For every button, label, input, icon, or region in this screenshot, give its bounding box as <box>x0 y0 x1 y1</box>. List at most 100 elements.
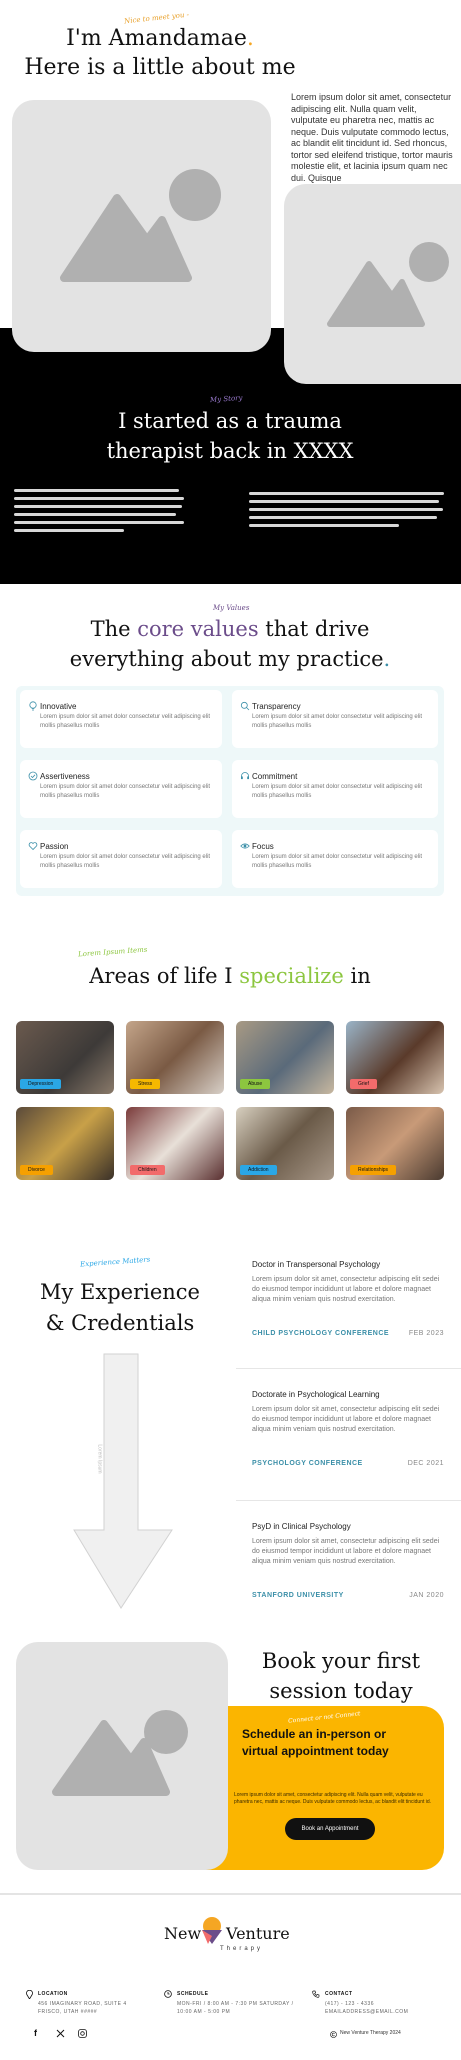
headset-icon <box>241 772 249 780</box>
booking-image-placeholder <box>16 1642 228 1870</box>
credential-divider <box>236 1368 461 1369</box>
experience-title-line1: My Experience <box>40 1280 200 1304</box>
values-title-line2: everything about my practice <box>69 647 384 671</box>
intro-title: I'm Amandamae. Here is a little about me <box>0 24 320 82</box>
booking-title: Book your first session today <box>236 1646 446 1706</box>
tile-tag: Relationships <box>350 1165 397 1175</box>
story-title-line1: I started as a trauma <box>118 409 342 433</box>
value-desc: Lorem ipsum dolor sit amet dolor consect… <box>252 854 423 869</box>
tile-depression[interactable]: Depression <box>16 1021 114 1094</box>
image-placeholder-icon <box>52 1710 188 1796</box>
credential-title: Doctor in Transpersonal Psychology <box>252 1260 381 1269</box>
tile-tag: Children <box>130 1165 165 1175</box>
credential-date: JAN 2020 <box>409 1592 444 1599</box>
footer-divider <box>0 1893 461 1895</box>
tile-abuse[interactable]: Abuse <box>236 1021 334 1094</box>
eye-icon <box>240 843 250 849</box>
schedule-label: SCHEDULE <box>177 1991 209 1997</box>
brand-right: Venture <box>226 1924 290 1943</box>
value-card-innovative: Innovative Lorem ipsum dolor sit amet do… <box>20 690 222 748</box>
credential-org: STANFORD UNIVERSITY <box>252 1592 344 1599</box>
values-script-label: My Values <box>213 604 250 612</box>
credential-body: Lorem ipsum dolor sit amet, consectetur … <box>252 1276 440 1303</box>
value-title: Passion <box>40 842 69 851</box>
book-appointment-button[interactable]: Book an Appointment <box>285 1818 375 1840</box>
value-card-focus: Focus Lorem ipsum dolor sit amet dolor c… <box>232 830 438 888</box>
specialize-title-highlight: specialize <box>239 964 344 988</box>
booking-card: Connect or not Connect Schedule an in-pe… <box>200 1706 444 1870</box>
booking-card-title: Schedule an in-person or virtual appoint… <box>242 1727 389 1758</box>
specialize-title-pre: Areas of life I <box>89 964 240 988</box>
story-title: I started as a trauma therapist back in … <box>60 406 400 466</box>
specialize-title: Areas of life I specialize in <box>30 964 430 988</box>
credential-title: Doctorate in Psychological Learning <box>252 1390 380 1399</box>
intro-title-line1: I'm Amandamae <box>66 26 247 51</box>
intro-image-placeholder-2 <box>284 184 461 384</box>
social-links: f <box>34 2028 94 2040</box>
credential-item: PsyD in Clinical Psychology Lorem ipsum … <box>252 1522 444 1608</box>
booking-script-label: Connect or not Connect <box>287 1710 361 1725</box>
credential-org: PSYCHOLOGY CONFERENCE <box>252 1460 363 1467</box>
value-card-commitment: Commitment Lorem ipsum dolor sit amet do… <box>232 760 438 818</box>
tile-children[interactable]: Children <box>126 1107 224 1180</box>
value-desc: Lorem ipsum dolor sit amet dolor consect… <box>252 784 423 799</box>
value-title: Transparency <box>252 702 301 711</box>
values-title-pre: The <box>90 617 138 641</box>
story-paragraph-left <box>14 489 184 532</box>
intro-title-dot: . <box>246 26 254 51</box>
booking-title-line1: Book your first <box>261 1649 421 1673</box>
location-value: 456 IMAGINARY ROAD, SUITE 4 FRISCO, UTAH… <box>38 2001 127 2015</box>
check-circle-icon <box>28 771 38 781</box>
value-title: Innovative <box>40 702 77 711</box>
credential-item: Doctor in Transpersonal Psychology Lorem… <box>252 1260 444 1346</box>
value-title: Commitment <box>252 772 298 781</box>
value-card-assertiveness: Assertiveness Lorem ipsum dolor sit amet… <box>20 760 222 818</box>
values-title-dot: . <box>383 647 391 671</box>
phone-icon <box>312 1990 320 1998</box>
credential-title: PsyD in Clinical Psychology <box>252 1522 351 1531</box>
schedule-value: MON-FRI / 8:00 AM - 7:30 PM SATURDAY / 1… <box>177 2001 294 2015</box>
contact-value: (417) - 123 - 4336 EMAILADDRESS@EMAIL.CO… <box>325 2001 409 2015</box>
instagram-icon[interactable] <box>78 2029 87 2038</box>
tile-tag: Depression <box>20 1079 62 1089</box>
credential-divider <box>236 1500 461 1501</box>
brand-left: New <box>164 1924 202 1943</box>
copyright-icon <box>330 2031 337 2038</box>
credential-meta: CHILD PSYCHOLOGY CONFERENCE FEB 2023 <box>252 1330 444 1337</box>
tile-divorce[interactable]: Divorce <box>16 1107 114 1180</box>
intro-image-placeholder <box>12 100 271 352</box>
map-pin-icon <box>26 1990 33 1999</box>
down-arrow-icon <box>73 1353 173 1609</box>
tile-addiction[interactable]: Addiction <box>236 1107 334 1180</box>
credential-date: DEC 2021 <box>407 1460 444 1467</box>
value-desc: Lorem ipsum dolor sit amet dolor consect… <box>40 714 211 729</box>
values-title-highlight: core values <box>137 617 259 641</box>
value-card-transparency: Transparency Lorem ipsum dolor sit amet … <box>232 690 438 748</box>
logo-mark-icon <box>202 1917 222 1944</box>
booking-card-body: Lorem ipsum dolor sit amet, consectetur … <box>234 1792 432 1805</box>
value-title: Focus <box>252 842 274 851</box>
booking-title-line2: session today <box>269 1679 413 1703</box>
value-desc: Lorem ipsum dolor sit amet dolor consect… <box>252 714 423 729</box>
credential-meta: PSYCHOLOGY CONFERENCE DEC 2021 <box>252 1460 444 1467</box>
values-title-post: that drive <box>258 617 370 641</box>
values-title: The core values that drive everything ab… <box>30 614 430 674</box>
location-label: LOCATION <box>38 1991 68 1997</box>
tile-relationships[interactable]: Relationships <box>346 1107 444 1180</box>
experience-script-label: Experience Matters <box>79 1255 151 1269</box>
credential-org: CHILD PSYCHOLOGY CONFERENCE <box>252 1330 390 1337</box>
credential-date: FEB 2023 <box>408 1330 444 1337</box>
experience-title-line2: & Credentials <box>45 1311 195 1335</box>
tile-stress[interactable]: Stress <box>126 1021 224 1094</box>
experience-title: My Experience & Credentials <box>20 1277 220 1339</box>
tile-grief[interactable]: Grief <box>346 1021 444 1094</box>
tile-tag: Stress <box>130 1079 161 1089</box>
credential-meta: STANFORD UNIVERSITY JAN 2020 <box>252 1592 444 1599</box>
image-placeholder-icon <box>60 169 221 282</box>
facebook-icon[interactable]: f <box>34 2028 37 2038</box>
arrow-text: Lorem Ipsum <box>96 1444 103 1474</box>
specialize-title-post: in <box>343 964 371 988</box>
clock-icon <box>164 1990 172 1998</box>
footer-logo[interactable]: New Venture Therapy <box>160 1916 310 1956</box>
x-twitter-icon[interactable] <box>56 2029 65 2038</box>
